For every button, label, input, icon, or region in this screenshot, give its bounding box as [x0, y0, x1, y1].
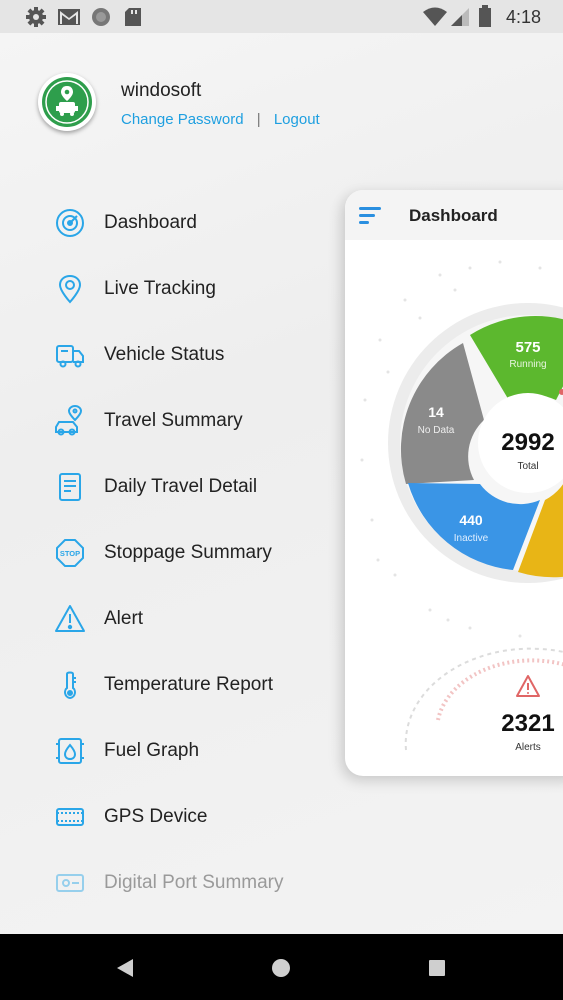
menu-item-label: Vehicle Status — [104, 344, 225, 365]
dashboard-preview-card[interactable]: Dashboard 575 Running 14 No Data 440 Ina… — [345, 190, 563, 776]
fuel-icon — [50, 731, 90, 771]
menu-item-label: Dashboard — [104, 212, 197, 233]
card-title: Dashboard — [409, 206, 498, 225]
stop-sign-icon: STOP — [50, 533, 90, 573]
signal-icon — [451, 8, 469, 26]
company-logo-icon — [42, 77, 92, 127]
alert-warning-icon — [516, 675, 540, 697]
status-bar: 4:18 — [0, 0, 563, 33]
menu-item-label: Fuel Graph — [104, 740, 200, 761]
menu-item-stoppage-summary[interactable]: STOP Stoppage Summary — [50, 533, 272, 573]
circle-app-icon — [92, 8, 110, 26]
document-icon — [50, 467, 90, 507]
profile-links: Change Password | Logout — [121, 111, 320, 128]
location-pin-icon — [50, 269, 90, 309]
menu-item-label: Digital Port Summary — [104, 872, 284, 893]
menu-item-label: Stoppage Summary — [104, 542, 272, 563]
no-data-label: No Data — [418, 425, 455, 436]
dashboard-icon — [50, 203, 90, 243]
menu-item-alert[interactable]: Alert — [50, 599, 143, 639]
change-password-link[interactable]: Change Password — [121, 111, 244, 128]
inactive-label: Inactive — [454, 533, 489, 544]
alerts-value: 2321 — [501, 710, 554, 737]
total-value: 2992 — [501, 429, 554, 456]
no-data-value: 14 — [428, 404, 444, 420]
sd-card-icon — [125, 8, 141, 26]
avatar[interactable] — [38, 73, 96, 131]
settings-icon — [26, 7, 46, 27]
running-label: Running — [509, 359, 546, 370]
wifi-icon — [423, 7, 447, 26]
gmail-icon — [58, 9, 80, 25]
menu-item-label: Temperature Report — [104, 674, 273, 695]
menu-item-label: Daily Travel Detail — [104, 476, 258, 497]
warning-icon — [50, 599, 90, 639]
inactive-value: 440 — [459, 512, 483, 528]
truck-icon — [50, 335, 90, 375]
menu-item-travel-summary[interactable]: Travel Summary — [50, 401, 243, 441]
profile-username: windosoft — [121, 80, 202, 101]
menu-item-label: Travel Summary — [104, 410, 243, 431]
total-label: Total — [517, 461, 538, 472]
menu-item-dashboard[interactable]: Dashboard — [50, 203, 197, 243]
menu-item-daily-travel-detail[interactable]: Daily Travel Detail — [50, 467, 257, 507]
menu-item-digital-port-summary[interactable]: Digital Port Summary — [50, 863, 284, 903]
running-value: 575 — [515, 339, 540, 356]
menu-item-fuel-graph[interactable]: Fuel Graph — [50, 731, 199, 771]
recents-icon[interactable] — [428, 959, 446, 977]
car-route-icon — [50, 401, 90, 441]
system-navigation-bar — [0, 934, 563, 1000]
card-header: Dashboard — [345, 190, 563, 240]
digital-port-icon — [50, 863, 90, 903]
home-icon[interactable] — [271, 958, 291, 978]
menu-item-live-tracking[interactable]: Live Tracking — [50, 269, 216, 309]
gps-device-icon — [50, 797, 90, 837]
logout-link[interactable]: Logout — [274, 111, 320, 128]
menu-item-vehicle-status[interactable]: Vehicle Status — [50, 335, 224, 375]
battery-icon — [479, 5, 491, 27]
menu-icon[interactable] — [359, 206, 383, 226]
menu-item-label: Alert — [104, 608, 144, 629]
alerts-label: Alerts — [515, 742, 541, 753]
menu-item-label: Live Tracking — [104, 278, 216, 299]
back-icon[interactable] — [116, 958, 134, 978]
menu-item-label: GPS Device — [104, 806, 208, 827]
status-time: 4:18 — [505, 7, 541, 27]
vehicle-status-gauge: 575 Running 14 No Data 440 Inactive 2992… — [360, 260, 563, 753]
svg-text:STOP: STOP — [60, 549, 80, 558]
menu-item-gps-device[interactable]: GPS Device — [50, 797, 207, 837]
thermometer-icon — [50, 665, 90, 705]
link-separator: | — [256, 111, 261, 128]
menu-item-temperature-report[interactable]: Temperature Report — [50, 665, 273, 705]
